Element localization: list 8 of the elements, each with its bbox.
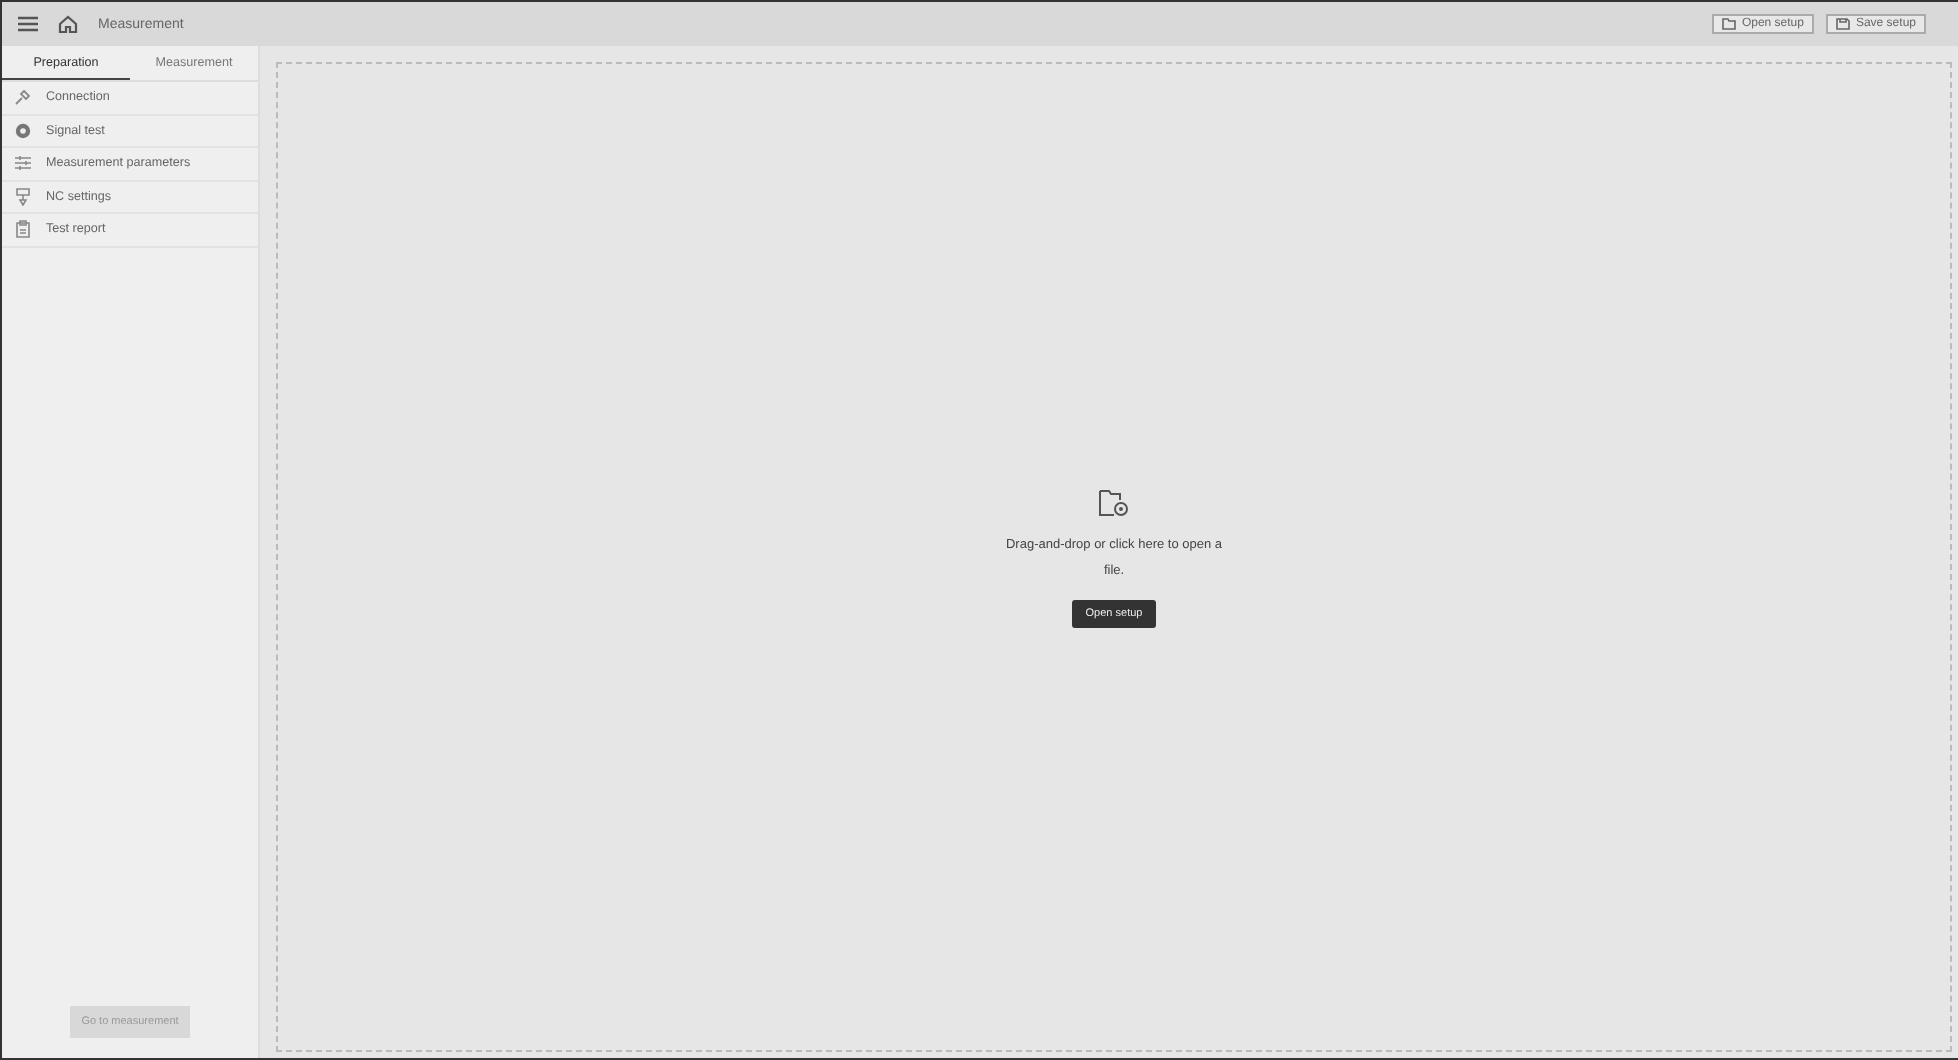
folder-icon xyxy=(1721,18,1736,30)
clipboard-icon xyxy=(14,220,32,239)
probe-icon xyxy=(14,187,32,206)
folder-gear-icon xyxy=(1098,486,1130,519)
home-icon[interactable] xyxy=(58,14,78,34)
save-icon xyxy=(1835,18,1850,30)
sliders-icon xyxy=(14,154,32,173)
menu-icon[interactable] xyxy=(18,16,38,32)
